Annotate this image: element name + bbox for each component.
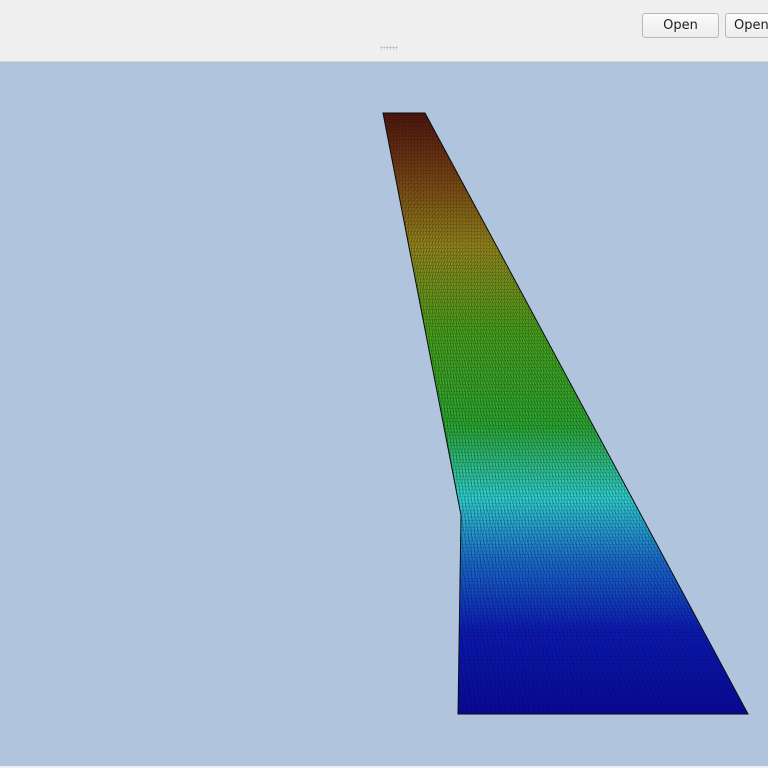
splitter-grip-icon[interactable] bbox=[380, 46, 398, 50]
mesh-canvas bbox=[382, 112, 749, 715]
app-window: Open Open bbox=[0, 0, 768, 768]
open-button[interactable]: Open bbox=[642, 13, 719, 38]
wing-mesh bbox=[382, 112, 749, 715]
toolbar: Open Open bbox=[0, 0, 768, 62]
open-button-2[interactable]: Open bbox=[725, 13, 768, 38]
3d-viewport[interactable] bbox=[0, 62, 768, 766]
